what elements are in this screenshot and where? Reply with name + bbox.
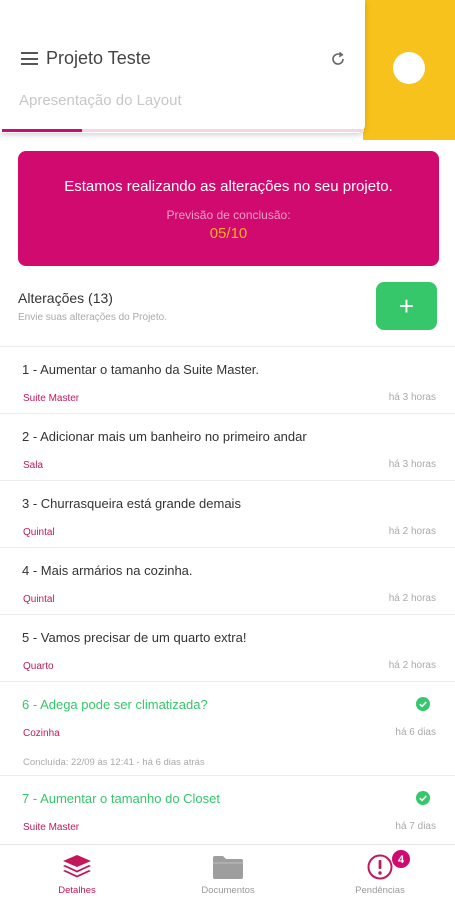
item-category: Cozinha [23,728,60,739]
changes-subtitle: Envie suas alterações do Projeto. [18,312,167,323]
list-item[interactable]: 3 - Churrasqueira está grande demais Quin… [0,480,455,547]
item-title: 6 - Adega pode ser climatizada? [22,697,208,712]
avatar[interactable] [393,52,425,84]
tab-pending[interactable]: 4 Pendências [305,845,455,900]
tab-details[interactable]: Detalhes [2,845,152,900]
changes-list: 1 - Aumentar o tamanho da Suite Master. S… [0,346,455,841]
item-time: há 7 dias [395,821,436,832]
item-title: 2 - Adicionar mais um banheiro no primei… [22,429,307,444]
add-change-button[interactable]: + [376,282,437,330]
item-time: há 3 horas [388,392,436,403]
forecast-label: Previsão de conclusão: [166,208,291,222]
item-title: 5 - Vamos precisar de um quarto extra! [22,630,247,645]
layers-icon [63,855,91,878]
bottom-navigation: Detalhes Documentos 4 Pendências [0,844,455,900]
folder-icon [213,856,243,879]
item-time: há 2 horas [388,526,436,537]
item-category: Sala [23,460,44,471]
header-accent [363,0,455,140]
tab-documents-label: Documentos [201,885,255,896]
item-time: há 6 dias [395,727,436,738]
project-progress-bar [2,129,364,132]
item-category: Quintal [23,594,55,605]
item-category: Quarto [23,661,54,672]
check-circle-icon [416,791,430,805]
tab-details-label: Detalhes [58,885,96,896]
status-banner: Estamos realizando as alterações no seu … [18,151,439,266]
item-title: 3 - Churrasqueira está grande demais [22,496,241,511]
list-item[interactable]: 6 - Adega pode ser climatizada? Cozinha há… [0,681,455,775]
page-subtitle: Apresentação do Layout [19,92,182,109]
check-circle-icon [416,697,430,711]
list-item[interactable]: 2 - Adicionar mais um banheiro no primei… [0,413,455,480]
item-time: há 2 horas [388,593,436,604]
item-category: Quintal [23,527,55,538]
refresh-icon[interactable] [330,51,346,67]
forecast-date: 05/10 [209,225,248,242]
item-title: 4 - Mais armários na cozinha. [22,563,193,578]
item-category: Suite Master [23,822,80,833]
project-progress-fill [2,129,82,132]
item-title: 7 - Aumentar o tamanho do Closet [22,791,221,806]
list-item[interactable]: 4 - Mais armários na cozinha. Quintal há 2… [0,547,455,614]
status-message: Estamos realizando as alterações no seu … [64,178,393,195]
page-title: Projeto Teste [46,48,151,68]
hamburger-icon[interactable] [21,52,38,65]
list-item[interactable]: 7 - Aumentar o tamanho do Closet Suite Ma… [0,775,455,841]
item-time: há 2 horas [388,660,436,671]
pending-count-badge: 4 [391,849,411,869]
list-item[interactable]: 5 - Vamos precisar de um quarto extra! Qu… [0,614,455,681]
tab-documents[interactable]: Documentos [153,845,303,900]
item-category: Suite Master [23,393,80,404]
project-header: Projeto Teste Apresentação do Layout [0,0,365,133]
changes-title: Alterações (13) [18,290,113,306]
list-item[interactable]: 1 - Aumentar o tamanho da Suite Master. S… [0,346,455,413]
item-concluded-info: Concluída: 22/09 às 12:41 - há 6 dias at… [23,757,205,768]
item-title: 1 - Aumentar o tamanho da Suite Master. [22,362,260,377]
item-time: há 3 horas [388,459,436,470]
tab-pending-label: Pendências [355,885,405,896]
